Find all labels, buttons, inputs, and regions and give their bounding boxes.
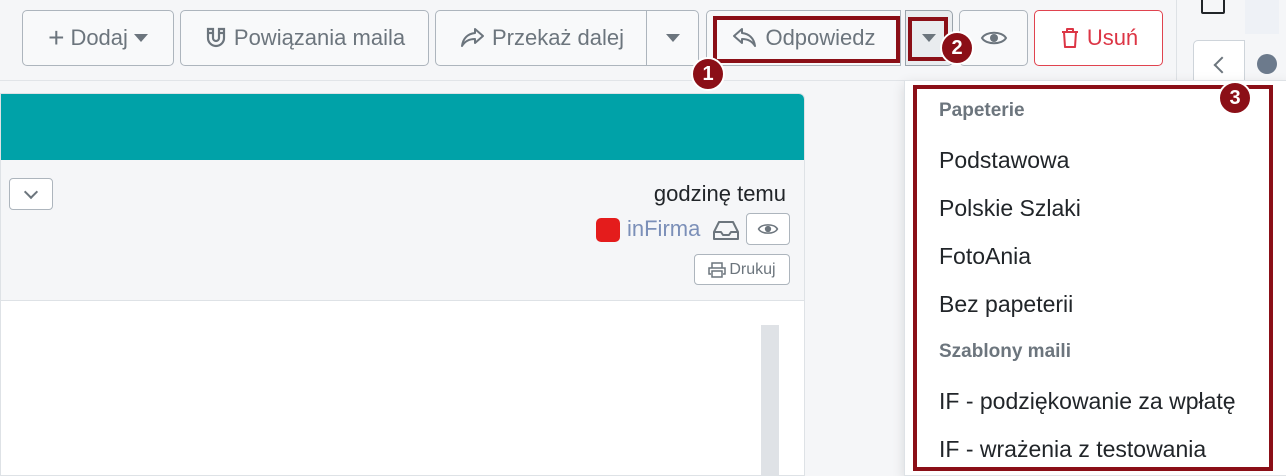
reply-button[interactable]: Odpowiedz bbox=[706, 10, 901, 66]
list-icon[interactable] bbox=[1245, 0, 1279, 34]
menu-group-header: Papeterie bbox=[939, 100, 1025, 121]
delete-button[interactable]: Usuń bbox=[1034, 10, 1163, 66]
plus-icon: + bbox=[48, 22, 65, 53]
add-label: Dodaj bbox=[70, 25, 128, 50]
reply-dropdown-menu: Papeterie Podstawowa Polskie Szlaki Foto… bbox=[904, 80, 1286, 476]
menu-item-template[interactable]: IF - podziękowanie za wpłatę bbox=[939, 388, 1236, 415]
status-dot-icon bbox=[1257, 54, 1277, 74]
share-icon bbox=[460, 28, 484, 47]
forward-dropdown-toggle[interactable] bbox=[646, 10, 699, 66]
annotation-badge: 3 bbox=[1218, 81, 1252, 115]
message-header-bar bbox=[1, 94, 804, 160]
menu-group-header: Szablony maili bbox=[939, 341, 1071, 362]
chevron-left-icon bbox=[1213, 56, 1231, 74]
eye-icon bbox=[980, 31, 1007, 45]
annotation-badge: 2 bbox=[940, 31, 974, 65]
menu-item-stationery[interactable]: Podstawowa bbox=[939, 147, 1069, 174]
message-preview-button[interactable] bbox=[746, 213, 790, 245]
chevron-down-icon bbox=[23, 184, 39, 199]
sender-color-badge bbox=[596, 218, 620, 242]
print-icon bbox=[708, 261, 727, 278]
reply-label: Odpowiedz bbox=[765, 25, 876, 50]
expand-toggle[interactable] bbox=[9, 178, 53, 210]
message-body bbox=[1, 301, 804, 475]
menu-item-stationery[interactable]: Polskie Szlaki bbox=[939, 195, 1081, 222]
scrollbar-track[interactable] bbox=[761, 325, 779, 475]
annotation-badge: 1 bbox=[691, 57, 725, 91]
reply-icon bbox=[733, 28, 757, 47]
forward-label: Przekaż dalej bbox=[491, 25, 625, 50]
add-button[interactable]: + Dodaj bbox=[22, 10, 174, 66]
message-meta: godzinę temu inFirma Drukuj bbox=[1, 160, 804, 301]
tab-icon[interactable] bbox=[1201, 0, 1225, 14]
message-time: godzinę temu bbox=[653, 181, 786, 206]
menu-item-stationery[interactable]: Bez papeterii bbox=[939, 291, 1073, 318]
forward-button[interactable]: Przekaż dalej bbox=[435, 10, 647, 66]
magnet-icon bbox=[206, 27, 225, 48]
chevron-down-icon bbox=[665, 34, 680, 42]
eye-icon bbox=[757, 224, 779, 234]
menu-item-template[interactable]: IF - wrażenia z testowania bbox=[939, 436, 1206, 463]
sender-name[interactable]: inFirma bbox=[627, 216, 700, 242]
menu-item-stationery[interactable]: FotoAnia bbox=[939, 243, 1031, 270]
chevron-down-icon bbox=[922, 34, 936, 42]
inbox-icon bbox=[713, 221, 739, 240]
mail-links-label: Powiązania maila bbox=[233, 25, 406, 50]
message-card: godzinę temu inFirma Drukuj bbox=[0, 93, 805, 476]
print-button[interactable]: Drukuj bbox=[694, 254, 790, 285]
delete-label: Usuń bbox=[1086, 25, 1139, 50]
trash-icon bbox=[1061, 28, 1078, 48]
toolbar: + Dodaj Powiązania maila Przekaż dalej O… bbox=[0, 0, 1176, 81]
chevron-down-icon bbox=[133, 34, 148, 42]
print-label: Drukuj bbox=[729, 260, 776, 278]
mail-links-button[interactable]: Powiązania maila bbox=[180, 10, 429, 66]
